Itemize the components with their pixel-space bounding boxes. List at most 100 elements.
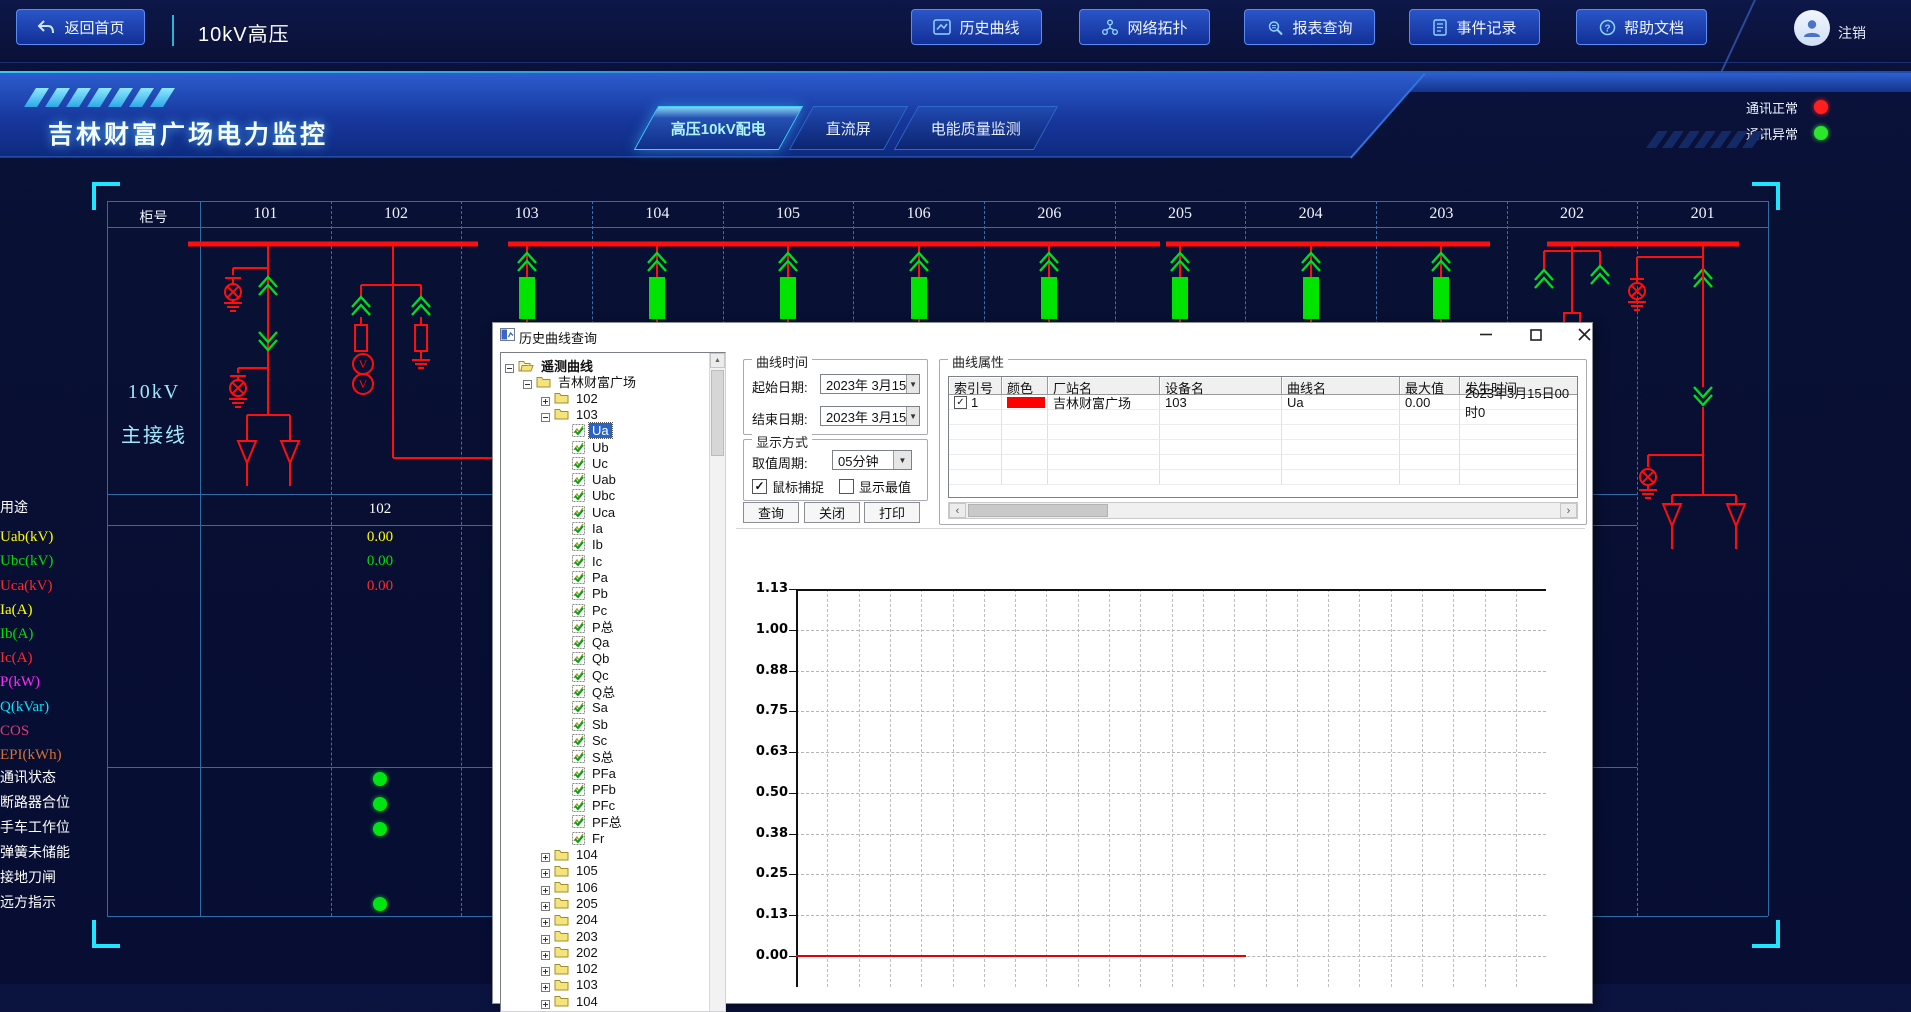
tab-直流屏[interactable]: 直流屏 — [789, 106, 908, 150]
period-select[interactable]: 05分钟 ▼ — [832, 450, 912, 470]
tab-高压10kV配电[interactable]: 高压10kV配电 — [634, 106, 803, 150]
curve-icon — [572, 750, 585, 763]
tree-item-PFa[interactable]: PFa — [559, 765, 619, 782]
curve-icon — [572, 783, 585, 796]
props-scroll-thumb[interactable] — [968, 504, 1108, 517]
maximize-button[interactable] — [1523, 325, 1549, 344]
nav-button-2[interactable]: 网络拓扑 — [1079, 9, 1210, 45]
props-cell[interactable]: ✓1 — [949, 395, 1002, 410]
props-empty-cell — [1400, 470, 1460, 485]
tree-item-PF总[interactable]: PF总 — [559, 813, 625, 830]
tab-电能质量监测[interactable]: 电能质量监测 — [894, 106, 1058, 150]
top-bar: 返回首页 10kV高压 历史曲线网络拓扑报表查询事件记录?帮助文档 注销 — [0, 0, 1911, 63]
nav-button-3[interactable]: 报表查询 — [1244, 9, 1375, 45]
dialog-title-bar[interactable]: 历史曲线查询 — [493, 323, 1592, 347]
tree-item-Ib[interactable]: Ib — [559, 536, 606, 553]
scroll-right-icon[interactable]: › — [1560, 503, 1577, 518]
tree-item-Ubc[interactable]: Ubc — [559, 487, 618, 504]
tree-item-Ua[interactable]: Ua — [559, 422, 612, 439]
scroll-left-icon[interactable]: ‹ — [949, 503, 966, 518]
tree-item-Sa[interactable]: Sa — [559, 699, 611, 716]
folder-icon — [554, 963, 569, 975]
tree-expander-icon[interactable] — [541, 964, 550, 973]
tree-item-104[interactable]: 104 — [541, 993, 601, 1010]
tree-expander-icon[interactable] — [541, 394, 550, 403]
user-avatar-icon[interactable] — [1794, 10, 1830, 46]
tree-item-S总[interactable]: S总 — [559, 748, 617, 765]
tree-item-103[interactable]: 103 — [541, 976, 601, 993]
tree-item-106[interactable]: 106 — [541, 879, 601, 896]
tree-item-102[interactable]: 102 — [541, 960, 601, 977]
back-home-label: 返回首页 — [64, 17, 124, 38]
props-column-header[interactable]: 颜色 — [1002, 377, 1048, 395]
tree-scrollbar[interactable]: ▲ — [709, 353, 725, 1011]
tree-item-P总[interactable]: P总 — [559, 618, 617, 635]
tree-item-104[interactable]: 104 — [541, 846, 601, 863]
tree-item-Ia[interactable]: Ia — [559, 520, 606, 537]
tree-expander-icon[interactable] — [541, 915, 550, 924]
props-column-header[interactable]: 最大值 — [1400, 377, 1460, 395]
tree-expander-icon[interactable] — [541, 980, 550, 989]
tree-item-202[interactable]: 202 — [541, 944, 601, 961]
props-h-scrollbar[interactable]: ‹ › — [948, 502, 1578, 519]
back-home-button[interactable]: 返回首页 — [16, 9, 145, 45]
tree-item-Pb[interactable]: Pb — [559, 585, 611, 602]
tree-item-102[interactable]: 102 — [541, 390, 601, 407]
tree-item-吉林财富广场[interactable]: 吉林财富广场 — [523, 373, 639, 390]
close-button[interactable] — [1571, 325, 1597, 344]
tree-item-PFb[interactable]: PFb — [559, 781, 619, 798]
chart-gridline-v — [1453, 589, 1454, 987]
logout-button[interactable]: 注销 — [1838, 23, 1866, 43]
checkbox-icon[interactable]: ✓ — [752, 479, 767, 494]
props-column-header[interactable]: 索引号 — [949, 377, 1002, 395]
tree-expander-icon[interactable] — [541, 948, 550, 957]
start-date-select[interactable]: 2023年 3月15 ▼ — [820, 374, 920, 394]
tree-item-204[interactable]: 204 — [541, 911, 601, 928]
tree-item-205[interactable]: 205 — [541, 895, 601, 912]
tree-item-Uc[interactable]: Uc — [559, 455, 611, 472]
tree-item-103[interactable]: 103 — [541, 406, 601, 423]
end-date-select[interactable]: 2023年 3月15 ▼ — [820, 406, 920, 426]
dropdown-arrow-icon[interactable]: ▼ — [906, 407, 919, 425]
tree-expander-icon[interactable] — [523, 377, 532, 386]
tree-item-Qa[interactable]: Qa — [559, 634, 612, 651]
tree-item-203[interactable]: 203 — [541, 928, 601, 945]
tree-item-Fr[interactable]: Fr — [559, 830, 607, 847]
nav-button-5[interactable]: ?帮助文档 — [1576, 9, 1707, 45]
tree-item-label: 202 — [573, 945, 601, 960]
print-button[interactable]: 打印 — [864, 502, 920, 523]
tree-item-Uca[interactable]: Uca — [559, 504, 618, 521]
checkbox-icon[interactable] — [839, 479, 854, 494]
mouse-capture-checkbox[interactable]: ✓ 鼠标捕捉 — [752, 477, 824, 496]
tree-expander-icon[interactable] — [541, 932, 550, 941]
props-empty-cell — [1160, 440, 1282, 455]
props-column-header[interactable]: 曲线名 — [1282, 377, 1400, 395]
tree-item-Uab[interactable]: Uab — [559, 471, 619, 488]
tree-item-Pa[interactable]: Pa — [559, 569, 611, 586]
scroll-up-icon[interactable]: ▲ — [710, 353, 725, 368]
tree-item-Ub[interactable]: Ub — [559, 439, 612, 456]
nav-button-4[interactable]: 事件记录 — [1409, 9, 1540, 45]
tree-scroll-thumb[interactable] — [711, 370, 724, 456]
tree-expander-icon[interactable] — [541, 883, 550, 892]
tree-expander-icon[interactable] — [541, 866, 550, 875]
tree-expander-icon[interactable] — [505, 361, 514, 370]
minimize-button[interactable] — [1473, 325, 1499, 344]
tree-item-Ic[interactable]: Ic — [559, 553, 605, 570]
tree-expander-icon[interactable] — [541, 410, 550, 419]
row-checkbox-icon[interactable]: ✓ — [954, 396, 967, 409]
close-dialog-button[interactable]: 关闭 — [804, 502, 860, 523]
tree-item-105[interactable]: 105 — [541, 862, 601, 879]
tree-item-Q总[interactable]: Q总 — [559, 683, 618, 700]
tree-expander-icon[interactable] — [541, 997, 550, 1006]
tree-item-Qb[interactable]: Qb — [559, 650, 612, 667]
tree-expander-icon[interactable] — [541, 899, 550, 908]
dropdown-arrow-icon[interactable]: ▼ — [906, 375, 919, 393]
tree-item-Sb[interactable]: Sb — [559, 716, 611, 733]
tree-expander-icon[interactable] — [541, 850, 550, 859]
props-column-header[interactable]: 设备名 — [1160, 377, 1282, 395]
show-extremes-checkbox[interactable]: 显示最值 — [839, 477, 911, 496]
nav-button-1[interactable]: 历史曲线 — [911, 9, 1042, 45]
dropdown-arrow-icon[interactable]: ▼ — [893, 451, 911, 469]
query-button[interactable]: 查询 — [743, 502, 799, 523]
